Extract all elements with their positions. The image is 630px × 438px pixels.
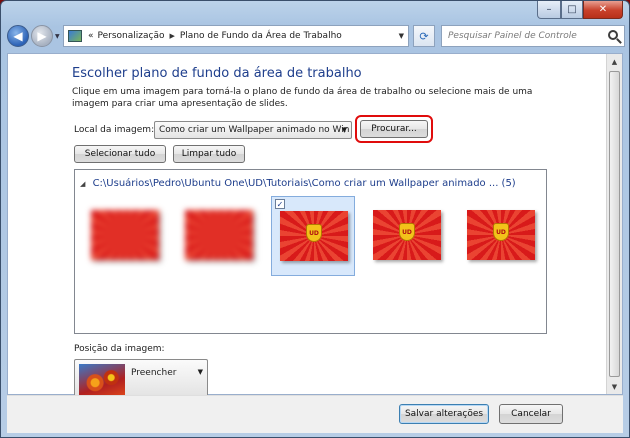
address-bar[interactable]: « Personalização ▶ Plano de Fundo da Áre… — [63, 25, 409, 47]
caption-buttons: – □ ✕ — [537, 1, 623, 19]
page-description: Clique em uma imagem para torná-la o pla… — [72, 87, 533, 109]
picture-position-label: Posição da imagem: — [74, 344, 165, 354]
chevron-down-icon: ▼ — [197, 368, 203, 376]
scrollbar-thumb[interactable] — [609, 71, 620, 377]
wallpaper-image: UD — [280, 211, 348, 261]
refresh-icon: ⟳ — [419, 29, 429, 43]
ud-logo: UD — [493, 223, 509, 241]
folder-group-header[interactable]: ◢ C:\Usuários\Pedro\Ubuntu One\UD\Tutori… — [80, 178, 516, 189]
refresh-button[interactable]: ⟳ — [413, 25, 435, 47]
wallpaper-image: UD — [373, 210, 441, 260]
navigation-bar: ◀ ▶ ▼ « Personalização ▶ Plano de Fundo … — [7, 23, 625, 49]
search-icon[interactable] — [608, 30, 618, 40]
picture-position-dropdown[interactable]: Preencher ▼ — [74, 359, 208, 399]
selection-checkbox[interactable]: ✓ — [275, 199, 285, 209]
address-dropdown-icon[interactable]: ▼ — [399, 32, 404, 40]
main-content: Escolher plano de fundo da área de traba… — [7, 53, 623, 399]
wallpaper-thumbnail[interactable] — [177, 196, 261, 276]
position-preview-image — [79, 364, 125, 398]
breadcrumb-root[interactable]: « — [88, 31, 94, 41]
recent-pages-dropdown-icon[interactable]: ▼ — [55, 33, 60, 40]
image-gallery: ◢ C:\Usuários\Pedro\Ubuntu One\UD\Tutori… — [74, 169, 547, 334]
picture-position-value: Preencher — [131, 368, 177, 378]
vertical-scrollbar[interactable]: ▲ ▼ — [606, 54, 622, 394]
wallpaper-image: UD — [467, 210, 535, 260]
wallpaper-thumbnail[interactable]: UD — [365, 196, 449, 276]
clear-all-button[interactable]: Limpar tudo — [173, 145, 245, 163]
chevron-down-icon: ▼ — [341, 126, 347, 134]
back-button[interactable]: ◀ — [7, 25, 29, 47]
minimize-button[interactable]: – — [537, 1, 561, 19]
page-title: Escolher plano de fundo da área de traba… — [72, 66, 362, 81]
dialog-footer: Salvar alterações Cancelar — [7, 395, 623, 433]
picture-location-dropdown[interactable]: Como criar um Wallpaper animado no Win ▼ — [154, 121, 352, 139]
forward-button[interactable]: ▶ — [31, 25, 53, 47]
breadcrumb-item-desktop-background[interactable]: Plano de Fundo da Área de Trabalho — [180, 31, 342, 41]
breadcrumb-item-personalization[interactable]: Personalização — [98, 31, 165, 41]
chevron-right-icon[interactable]: ▶ — [169, 32, 174, 40]
search-placeholder: Pesquisar Painel de Controle — [448, 31, 577, 41]
search-input[interactable]: Pesquisar Painel de Controle — [441, 25, 625, 47]
ud-logo: UD — [399, 223, 415, 241]
wallpaper-thumbnail[interactable] — [83, 196, 167, 276]
browse-button[interactable]: Procurar... — [360, 120, 428, 138]
wallpaper-image — [91, 210, 159, 260]
maximize-button[interactable]: □ — [561, 1, 583, 19]
select-all-button[interactable]: Selecionar tudo — [74, 145, 166, 163]
control-panel-window: – □ ✕ ◀ ▶ ▼ « Personalização ▶ Plano de … — [0, 0, 630, 438]
save-changes-button[interactable]: Salvar alterações — [399, 404, 489, 424]
scroll-up-icon[interactable]: ▲ — [607, 54, 622, 69]
control-panel-icon — [68, 30, 82, 42]
picture-location-label: Local da imagem: — [74, 125, 155, 135]
wallpaper-thumbnail[interactable]: UD — [459, 196, 543, 276]
close-button[interactable]: ✕ — [583, 1, 623, 19]
ud-logo: UD — [306, 224, 322, 242]
picture-location-value: Como criar um Wallpaper animado no Win — [159, 125, 350, 135]
folder-path: C:\Usuários\Pedro\Ubuntu One\UD\Tutoriai… — [92, 178, 516, 189]
scroll-down-icon[interactable]: ▼ — [607, 379, 622, 394]
collapse-triangle-icon[interactable]: ◢ — [80, 180, 85, 188]
wallpaper-thumbnail-selected[interactable]: ✓ UD — [271, 196, 355, 276]
wallpaper-image — [185, 210, 253, 260]
cancel-button[interactable]: Cancelar — [499, 404, 563, 424]
